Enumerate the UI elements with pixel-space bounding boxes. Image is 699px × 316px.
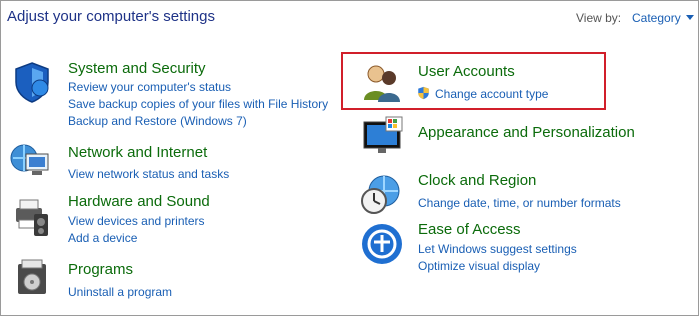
link-network-status[interactable]: View network status and tasks (68, 167, 229, 181)
category-user-accounts[interactable]: User Accounts (418, 63, 515, 80)
monitor-icon (363, 116, 403, 153)
clock-globe-icon (361, 175, 400, 214)
link-backup-restore[interactable]: Backup and Restore (Windows 7) (68, 114, 247, 128)
page-title: Adjust your computer's settings (7, 8, 215, 25)
link-windows-suggest-settings[interactable]: Let Windows suggest settings (418, 242, 577, 256)
link-review-status[interactable]: Review your computer's status (68, 80, 231, 94)
link-file-history[interactable]: Save backup copies of your files with Fi… (68, 97, 328, 111)
link-uninstall-program[interactable]: Uninstall a program (68, 285, 172, 299)
category-programs[interactable]: Programs (68, 261, 133, 278)
category-ease-of-access[interactable]: Ease of Access (418, 221, 521, 238)
link-devices-printers[interactable]: View devices and printers (68, 214, 205, 228)
network-icon (10, 144, 49, 175)
uac-shield-icon (418, 86, 429, 100)
link-change-account-type[interactable]: Change account type (435, 87, 548, 101)
category-network-internet[interactable]: Network and Internet (68, 144, 207, 161)
link-optimize-visual-display[interactable]: Optimize visual display (418, 259, 540, 273)
programs-icon (18, 259, 46, 294)
category-hardware-sound[interactable]: Hardware and Sound (68, 193, 210, 210)
users-icon (364, 65, 400, 102)
view-by-dropdown[interactable]: Category (632, 11, 681, 25)
shield-icon (15, 62, 49, 103)
link-add-device[interactable]: Add a device (68, 231, 137, 245)
category-appearance-personalization[interactable]: Appearance and Personalization (418, 124, 635, 141)
ease-of-access-icon (362, 224, 402, 264)
printer-icon (16, 199, 48, 236)
view-by-label: View by: (576, 11, 622, 25)
category-clock-region[interactable]: Clock and Region (418, 172, 536, 189)
link-change-date-time[interactable]: Change date, time, or number formats (418, 196, 621, 210)
category-system-security[interactable]: System and Security (68, 60, 206, 77)
chevron-down-icon[interactable] (686, 15, 694, 20)
